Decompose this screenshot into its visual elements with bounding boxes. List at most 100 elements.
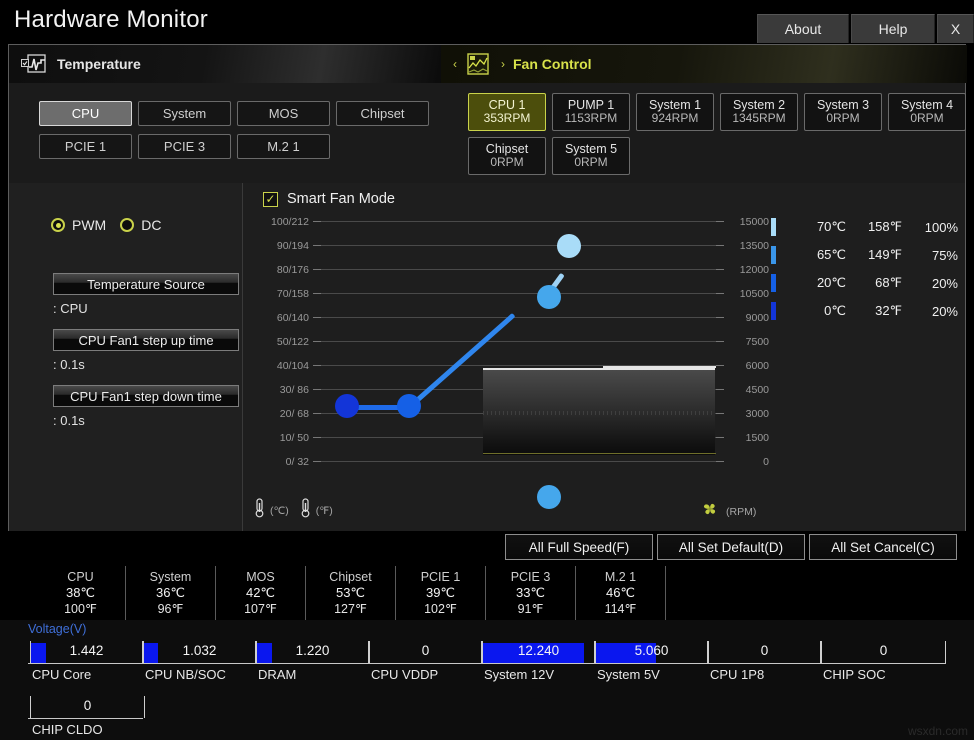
y-tick-right-3: 10500 [739, 288, 769, 300]
temp-readout-cpu-name: CPU [67, 569, 94, 584]
curve-point-1[interactable] [397, 394, 421, 418]
temp-readout-m21-name: M.2 1 [604, 569, 637, 584]
voltage-chip-cldo-label: CHIP CLDO [32, 722, 103, 737]
fan-selector-row-1: CPU 1 353RPM PUMP 1 1153RPM System 1 924… [468, 93, 966, 131]
temperature-source-button[interactable]: Temperature Source [53, 273, 239, 295]
y-tick-left-9: 10/ 50 [279, 432, 309, 444]
temp-readout-system: System 36℃ 96℉ [126, 566, 216, 620]
radio-pwm-icon[interactable] [51, 218, 65, 232]
y-tick-right-5: 7500 [745, 336, 769, 348]
mode-dc-label: DC [141, 217, 162, 233]
help-button[interactable]: Help [851, 14, 935, 43]
thermometer-fahrenheit-icon [299, 498, 312, 523]
mode-dc-option[interactable]: DC [120, 217, 161, 233]
voltage-system-12v: 12.240 System 12V [482, 641, 595, 682]
temp-source-m21[interactable]: M.2 1 [237, 134, 330, 159]
temp-readout-pcie3-f: 91℉ [517, 602, 544, 617]
radio-dc-icon[interactable] [120, 218, 135, 232]
fan-system-5[interactable]: System 5 0RPM [552, 137, 630, 175]
fan-chipset-name: Chipset [485, 142, 529, 157]
title-bar: Hardware Monitor About Help X [0, 0, 974, 44]
voltage-chip-soc-value: 0 [879, 643, 888, 658]
legend-percent-1: 75% [931, 247, 958, 263]
fan-cpu-1[interactable]: CPU 1 353RPM [468, 93, 546, 131]
temp-source-chipset[interactable]: Chipset [336, 101, 429, 126]
temp-readout-mos-f: 107℉ [244, 602, 277, 617]
fan-chipset[interactable]: Chipset 0RPM [468, 137, 546, 175]
y-tick-right-0: 15000 [739, 216, 769, 228]
legend-celsius-2: 20℃ [816, 275, 846, 290]
voltage-section: Voltage(V) 1.442 CPU Core 1.032 CPU NB/S… [0, 620, 974, 740]
fan-system-2-rpm: 1345RPM [732, 111, 786, 126]
about-button[interactable]: About [757, 14, 849, 43]
section-fan-control[interactable]: ‹ › Fan Control [441, 45, 967, 83]
section-temperature-label: Temperature [57, 56, 141, 72]
hardware-monitor-window: Hardware Monitor About Help X Temperatur… [0, 0, 974, 740]
fan-system-2[interactable]: System 2 1345RPM [720, 93, 798, 131]
fan-system-3-name: System 3 [816, 98, 870, 113]
voltage-chip-cldo: 0 CHIP CLDO [30, 696, 145, 737]
legend-row-3: 0℃ 32℉ 20% [771, 297, 958, 325]
temp-source-pcie1[interactable]: PCIE 1 [39, 134, 132, 159]
fan-system-3[interactable]: System 3 0RPM [804, 93, 882, 131]
y-tick-left-4: 60/140 [276, 312, 309, 324]
rpm-unit-label: (RPM) [726, 505, 757, 518]
temp-source-mos[interactable]: MOS [237, 101, 330, 126]
legend-color-swatch-1 [771, 246, 776, 264]
voltage-dram-label: DRAM [258, 667, 297, 682]
temp-readout-chipset: Chipset 53℃ 127℉ [306, 566, 396, 620]
temp-readout-system-name: System [149, 569, 192, 584]
y-tick-right-4: 9000 [745, 312, 769, 324]
fan-cpu-1-rpm: 353RPM [483, 111, 531, 126]
curve-point-2-hidden [537, 485, 561, 509]
y-tick-right-10: 0 [763, 456, 769, 468]
curve-point-2[interactable] [537, 285, 561, 309]
fan-icon [701, 500, 719, 523]
legend-fahrenheit-1: 149℉ [867, 247, 902, 262]
step-up-time-button[interactable]: CPU Fan1 step up time [53, 329, 239, 351]
temp-readout-cpu-f: 100℉ [64, 602, 97, 617]
curve-point-0[interactable] [335, 394, 359, 418]
y-tick-left-10: 0/ 32 [285, 456, 309, 468]
y-tick-left-1: 90/194 [276, 240, 309, 252]
temp-source-cpu[interactable]: CPU [39, 101, 132, 126]
temp-readout-chipset-name: Chipset [329, 569, 372, 584]
all-full-speed-button[interactable]: All Full Speed(F) [505, 534, 653, 560]
legend-row-2: 20℃ 68℉ 20% [771, 269, 958, 297]
measurement-baseline [483, 453, 716, 454]
curve-point-3[interactable] [557, 234, 581, 258]
temperature-readout-strip: CPU 38℃ 100℉ System 36℃ 96℉ MOS 42℃ 107℉… [0, 566, 974, 620]
fan-cpu-1-name: CPU 1 [488, 98, 526, 113]
voltage-system-5v: 5.060 System 5V [595, 641, 708, 682]
prev-arrow-icon[interactable]: ‹ [453, 57, 457, 71]
temp-readout-mos-c: 42℃ [245, 584, 276, 600]
close-button[interactable]: X [937, 14, 974, 43]
voltage-dram: 1.220 DRAM [256, 641, 369, 682]
temp-source-system[interactable]: System [138, 101, 231, 126]
fan-pump-1[interactable]: PUMP 1 1153RPM [552, 93, 630, 131]
voltage-cpu-1p8-label: CPU 1P8 [710, 667, 765, 682]
mode-pwm-option[interactable]: PWM [51, 217, 106, 233]
section-temperature[interactable]: Temperature [9, 45, 441, 83]
app-title: Hardware Monitor [14, 6, 208, 33]
voltage-cpu-1p8-value: 0 [760, 643, 769, 658]
y-tick-right-7: 4500 [745, 384, 769, 396]
fan-system-1[interactable]: System 1 924RPM [636, 93, 714, 131]
voltage-system-12v-value: 12.240 [517, 643, 560, 658]
y-tick-left-3: 70/158 [276, 288, 309, 300]
step-down-time-field: CPU Fan1 step down time : 0.1s [53, 385, 239, 428]
all-set-default-button[interactable]: All Set Default(D) [657, 534, 805, 560]
fan-system-4[interactable]: System 4 0RPM [888, 93, 966, 131]
step-down-time-button[interactable]: CPU Fan1 step down time [53, 385, 239, 407]
temp-readout-m21: M.2 1 46℃ 114℉ [576, 566, 666, 620]
legend-fahrenheit-3: 32℉ [875, 303, 902, 318]
temp-source-pcie3[interactable]: PCIE 3 [138, 134, 231, 159]
fan-curve-chart: ✓ Smart Fan Mode 100/212 90/194 80/176 7… [243, 183, 965, 531]
window-buttons: About Help X [757, 14, 974, 43]
all-set-cancel-button[interactable]: All Set Cancel(C) [809, 534, 957, 560]
next-arrow-icon[interactable]: › [501, 57, 505, 71]
temp-readout-m21-c: 46℃ [605, 584, 636, 600]
voltage-chip-cldo-value: 0 [83, 698, 92, 713]
temp-source-row-1: CPU System MOS Chipset [39, 101, 429, 126]
y-tick-left-7: 30/ 86 [279, 384, 309, 396]
